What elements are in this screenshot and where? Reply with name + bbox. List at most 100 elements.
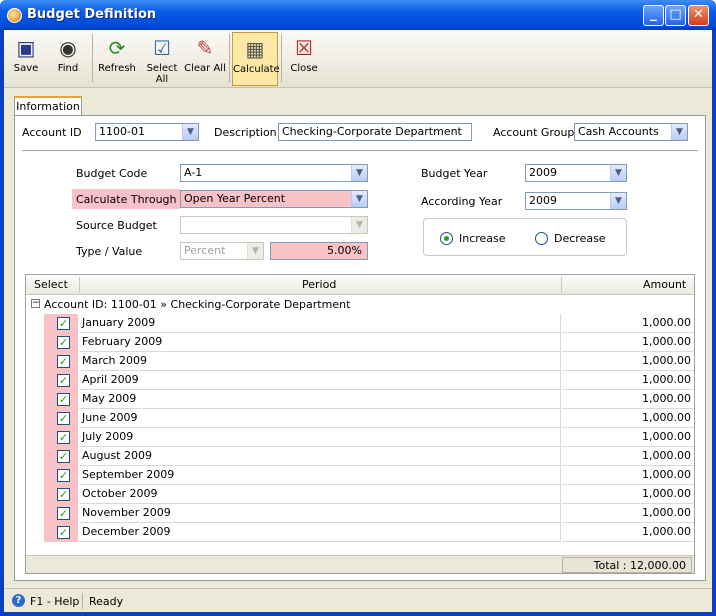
table-row[interactable]: ✓ July 2009 1,000.00 <box>26 428 694 447</box>
select-cell: ✓ <box>44 409 78 428</box>
select-cell: ✓ <box>44 428 78 447</box>
table-row[interactable]: ✓ May 2009 1,000.00 <box>26 390 694 409</box>
amount-cell[interactable]: 1,000.00 <box>562 333 694 352</box>
table-row[interactable]: ✓ March 2009 1,000.00 <box>26 352 694 371</box>
table-row[interactable]: ✓ November 2009 1,000.00 <box>26 504 694 523</box>
decrease-label[interactable]: Decrease <box>554 232 606 245</box>
title-bar[interactable]: Budget Definition _ □ ✕ <box>0 0 716 30</box>
chevron-down-icon[interactable]: ▼ <box>351 165 367 181</box>
period-cell: March 2009 <box>79 352 561 371</box>
according-year-select[interactable]: 2009 ▼ <box>525 192 627 210</box>
table-row[interactable]: ✓ August 2009 1,000.00 <box>26 447 694 466</box>
value-field[interactable]: 5.00% <box>270 242 368 260</box>
row-checkbox[interactable]: ✓ <box>57 336 70 349</box>
toolbar-separator <box>229 34 230 82</box>
maximize-button[interactable]: □ <box>665 5 686 26</box>
amount-cell[interactable]: 1,000.00 <box>562 371 694 390</box>
account-id-select[interactable]: 1100-01 ▼ <box>95 123 199 141</box>
chevron-down-icon[interactable]: ▼ <box>182 124 198 140</box>
table-row[interactable]: ✓ June 2009 1,000.00 <box>26 409 694 428</box>
amount-cell[interactable]: 1,000.00 <box>562 523 694 542</box>
increase-label[interactable]: Increase <box>459 232 506 245</box>
account-group-select[interactable]: Cash Accounts ▼ <box>574 123 688 141</box>
select-cell: ✓ <box>44 504 78 523</box>
close-button[interactable]: ☒ Close <box>286 32 322 86</box>
collapse-icon[interactable]: − <box>31 299 40 308</box>
chevron-down-icon[interactable]: ▼ <box>671 124 687 140</box>
increase-decrease-group: Increase Decrease <box>423 218 627 256</box>
account-id-label: Account ID <box>22 126 82 139</box>
description-field[interactable]: Checking-Corporate Department <box>278 123 472 141</box>
help-hint[interactable]: F1 - Help <box>30 595 79 608</box>
period-cell: May 2009 <box>79 390 561 409</box>
row-checkbox[interactable]: ✓ <box>57 355 70 368</box>
tab-information[interactable]: Information <box>14 96 82 116</box>
row-checkbox[interactable]: ✓ <box>57 374 70 387</box>
row-checkbox[interactable]: ✓ <box>57 412 70 425</box>
find-button[interactable]: ◉ Find <box>50 32 86 86</box>
amount-cell[interactable]: 1,000.00 <box>562 447 694 466</box>
select-all-button[interactable]: ☑ Select All <box>140 32 184 86</box>
row-checkbox[interactable]: ✓ <box>57 469 70 482</box>
divider <box>22 150 698 151</box>
close-window-button[interactable]: ✕ <box>688 5 709 26</box>
row-checkbox[interactable]: ✓ <box>57 317 70 330</box>
amount-cell[interactable]: 1,000.00 <box>562 504 694 523</box>
period-cell: September 2009 <box>79 466 561 485</box>
period-cell: October 2009 <box>79 485 561 504</box>
budget-definition-window: Budget Definition _ □ ✕ ▣ Save ◉ Find ⟳ … <box>0 0 716 616</box>
period-cell: August 2009 <box>79 447 561 466</box>
chevron-down-icon[interactable]: ▼ <box>610 193 626 209</box>
period-cell: January 2009 <box>79 314 561 333</box>
period-cell: December 2009 <box>79 523 561 542</box>
calc-through-select[interactable]: Open Year Percent ▼ <box>180 190 368 208</box>
save-button[interactable]: ▣ Save <box>8 32 44 86</box>
type-value-label: Type / Value <box>76 245 143 258</box>
row-checkbox[interactable]: ✓ <box>57 507 70 520</box>
description-label: Description <box>214 126 277 139</box>
select-cell: ✓ <box>44 352 78 371</box>
close-doc-icon: ☒ <box>295 36 313 60</box>
amount-cell[interactable]: 1,000.00 <box>562 390 694 409</box>
amount-cell[interactable]: 1,000.00 <box>562 352 694 371</box>
refresh-button[interactable]: ⟳ Refresh <box>96 32 138 86</box>
refresh-icon: ⟳ <box>108 36 126 60</box>
chevron-down-icon[interactable]: ▼ <box>610 165 626 181</box>
row-checkbox[interactable]: ✓ <box>57 488 70 501</box>
table-row[interactable]: ✓ April 2009 1,000.00 <box>26 371 694 390</box>
row-checkbox[interactable]: ✓ <box>57 526 70 539</box>
budget-year-label: Budget Year <box>421 167 488 180</box>
column-select[interactable]: Select <box>34 278 68 291</box>
column-amount[interactable]: Amount <box>643 278 686 291</box>
row-checkbox[interactable]: ✓ <box>57 431 70 444</box>
minimize-button[interactable]: _ <box>643 5 664 26</box>
amount-cell[interactable]: 1,000.00 <box>562 409 694 428</box>
amount-cell[interactable]: 1,000.00 <box>562 428 694 447</box>
decrease-radio[interactable] <box>535 232 548 245</box>
budget-code-select[interactable]: A-1 ▼ <box>180 164 368 182</box>
chevron-down-icon[interactable]: ▼ <box>351 191 367 207</box>
type-select[interactable]: Percent ▼ <box>180 242 264 260</box>
budget-year-select[interactable]: 2009 ▼ <box>525 164 627 182</box>
group-row[interactable]: − Account ID: 1100-01 » Checking-Corpora… <box>26 295 694 314</box>
amount-cell[interactable]: 1,000.00 <box>562 466 694 485</box>
amount-cell[interactable]: 1,000.00 <box>562 314 694 333</box>
clear-all-button[interactable]: ✎ Clear All <box>184 32 226 86</box>
help-icon[interactable]: ? <box>12 594 25 607</box>
row-checkbox[interactable]: ✓ <box>57 393 70 406</box>
table-row[interactable]: ✓ December 2009 1,000.00 <box>26 523 694 542</box>
table-row[interactable]: ✓ January 2009 1,000.00 <box>26 314 694 333</box>
table-row[interactable]: ✓ February 2009 1,000.00 <box>26 333 694 352</box>
increase-radio[interactable] <box>440 232 453 245</box>
amount-cell[interactable]: 1,000.00 <box>562 485 694 504</box>
row-checkbox[interactable]: ✓ <box>57 450 70 463</box>
select-cell: ✓ <box>44 447 78 466</box>
budget-grid: Select Period Amount − Account ID: 1100-… <box>25 274 695 574</box>
status-bar: ? F1 - Help Ready <box>4 588 712 612</box>
source-budget-select[interactable]: ▼ <box>180 216 368 234</box>
total-amount: Total : 12,000.00 <box>562 557 692 573</box>
column-period[interactable]: Period <box>302 278 336 291</box>
table-row[interactable]: ✓ September 2009 1,000.00 <box>26 466 694 485</box>
table-row[interactable]: ✓ October 2009 1,000.00 <box>26 485 694 504</box>
calculate-button[interactable]: ▦ Calculate <box>232 32 280 86</box>
